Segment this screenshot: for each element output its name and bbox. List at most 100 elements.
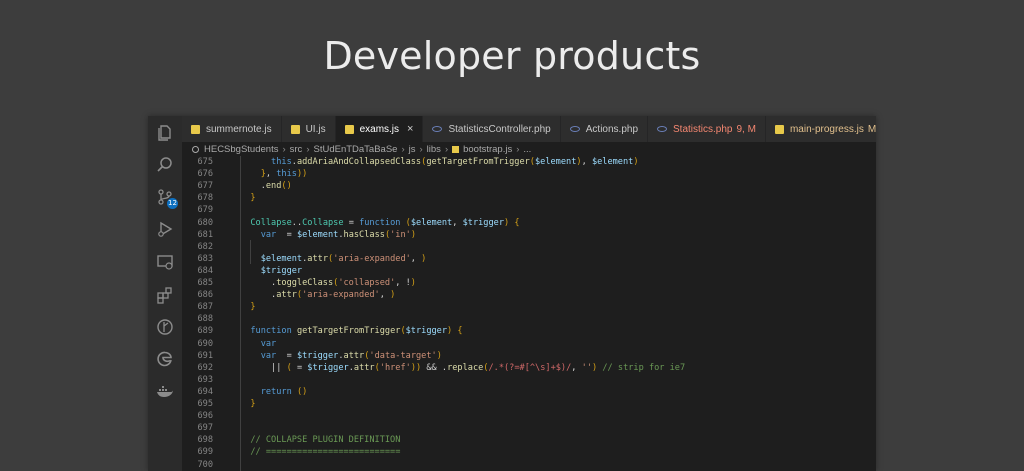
code-text: } (250, 193, 256, 204)
code-line: 694 return () (182, 386, 876, 398)
tab-statisticscontroller-php[interactable]: StatisticsController.php (423, 116, 561, 142)
line-number: 694 (197, 386, 213, 397)
code-line: 687 } (182, 301, 876, 313)
edge-tools-icon[interactable] (156, 350, 174, 368)
tab-exams-js[interactable]: exams.js × (335, 116, 424, 142)
line-number: 693 (197, 374, 213, 385)
breadcrumb-item[interactable]: bootstrap.js (463, 144, 512, 155)
code-text: function getTargetFromTrigger($trigger) … (250, 326, 463, 337)
tab-label: Statistics.php (673, 123, 733, 135)
line-number: 700 (197, 459, 213, 470)
page-headline: Developer products (323, 34, 701, 78)
line-number: 678 (197, 193, 213, 204)
breadcrumb-item[interactable]: StUdEnTDaTaBaSe (313, 144, 397, 155)
docker-icon[interactable] (156, 382, 174, 400)
code-line: 675 this.addAriaAndCollapsedClass(getTar… (182, 156, 876, 168)
line-number: 698 (197, 435, 213, 446)
search-icon[interactable] (156, 156, 174, 174)
code-line: 684 $trigger (182, 265, 876, 277)
code-text: .end() (240, 181, 292, 192)
code-text: return () (260, 386, 308, 397)
code-line: 676 }, this)) (182, 168, 876, 180)
code-line: 693 (182, 374, 876, 386)
code-line: 699 // ========================== (182, 446, 876, 458)
code-text: }, this)) (260, 169, 308, 180)
explorer-icon[interactable] (156, 124, 174, 142)
git-graph-icon[interactable] (156, 318, 174, 336)
code-text: $trigger (260, 265, 303, 276)
line-number: 686 (197, 290, 213, 301)
code-text: var = $trigger.attr('data-target') (260, 350, 442, 361)
tab-actions-php[interactable]: Actions.php (560, 116, 649, 142)
code-line: 679 (182, 204, 876, 216)
breadcrumb: HECSbgStudents › src › StUdEnTDaTaBaSe ›… (182, 142, 876, 156)
run-debug-icon[interactable] (156, 220, 174, 238)
chevron-right-icon: › (282, 143, 286, 155)
line-number: 681 (197, 229, 213, 240)
tab-main-progress-js[interactable]: main-progress.js M (765, 116, 876, 142)
code-line: 690 var (182, 338, 876, 350)
line-number: 688 (197, 314, 213, 325)
code-line: 680 Collapse..Collapse = function ($elem… (182, 217, 876, 229)
code-line: 682 (182, 241, 876, 253)
code-text: var (260, 338, 277, 349)
line-number: 690 (197, 338, 213, 349)
line-number: 695 (197, 399, 213, 409)
tab-label: exams.js (359, 123, 400, 135)
line-number: 699 (197, 447, 213, 458)
editor-tab-bar: summernote.js UI.js exams.js × StatisticsCon… (182, 116, 876, 142)
tab-status: M (867, 123, 876, 135)
tab-summernote-js[interactable]: summernote.js (182, 116, 282, 142)
line-number: 684 (197, 265, 213, 276)
code-line: 681 var = $element.hasClass('in') (182, 229, 876, 241)
line-number: 682 (197, 241, 213, 252)
tab-label: StatisticsController.php (448, 123, 551, 135)
close-icon[interactable]: × (407, 123, 413, 135)
line-number: 683 (197, 253, 213, 264)
code-line: 697 (182, 422, 876, 434)
tab-label: UI.js (305, 123, 326, 135)
line-number: 676 (197, 169, 213, 180)
chevron-right-icon: › (401, 143, 405, 155)
code-line: 700 (182, 459, 876, 471)
extensions-icon[interactable] (156, 286, 174, 304)
tab-label: summernote.js (206, 123, 272, 135)
js-file-icon (191, 124, 200, 134)
js-file-icon (344, 124, 354, 134)
breadcrumb-item[interactable]: ... (523, 144, 531, 155)
code-line: 688 (182, 313, 876, 325)
line-number: 692 (197, 362, 213, 373)
line-number: 680 (197, 217, 213, 228)
code-text: .attr('aria-expanded', ) (240, 290, 396, 301)
chevron-right-icon: › (444, 143, 449, 155)
code-text: this.addAriaAndCollapsedClass(getTargetF… (271, 157, 639, 167)
code-area[interactable]: 675 this.addAriaAndCollapsedClass(getTar… (182, 156, 876, 471)
tab-label: Actions.php (585, 123, 639, 135)
js-file-icon (290, 124, 300, 134)
line-number: 687 (197, 302, 213, 313)
code-line: 678 } (182, 192, 876, 204)
remote-explorer-icon[interactable] (156, 253, 174, 271)
line-number: 679 (197, 205, 213, 216)
breadcrumb-item[interactable]: js (409, 144, 416, 155)
php-file-icon (569, 126, 580, 132)
breadcrumb-item[interactable]: src (290, 144, 303, 155)
activity-bar: 12 (148, 116, 182, 471)
breadcrumb-item[interactable]: HECSbgStudents (204, 144, 278, 155)
code-text: } (250, 399, 256, 409)
code-line: 677 .end() (182, 180, 876, 192)
line-number: 677 (197, 181, 213, 192)
line-number: 675 (197, 157, 213, 167)
folder-icon (192, 145, 199, 153)
breadcrumb-item[interactable]: libs (427, 144, 441, 155)
js-file-icon (774, 124, 784, 134)
js-file-icon (452, 145, 460, 153)
code-line: 692 || ( = $trigger.attr('href')) && .re… (182, 362, 876, 374)
tab-statistics-php[interactable]: Statistics.php 9, M (648, 116, 766, 142)
tab-ui-js[interactable]: UI.js (281, 116, 336, 142)
code-text: $element.attr('aria-expanded', ) (260, 253, 427, 264)
code-line: 695 } (182, 398, 876, 410)
code-line: 685 .toggleClass('collapsed', !) (182, 277, 876, 289)
line-number: 691 (197, 350, 213, 361)
tab-label: main-progress.js (789, 123, 864, 135)
